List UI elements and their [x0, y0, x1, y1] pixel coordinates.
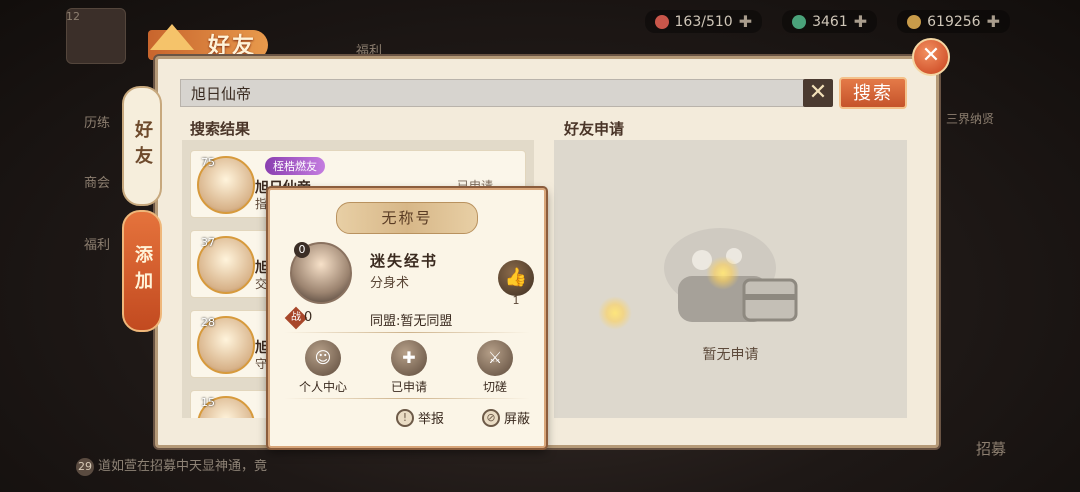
jade-value: 3461	[812, 13, 848, 30]
requests-title: 好友申请	[564, 120, 625, 138]
block-button[interactable]: ⊘ 屏蔽	[482, 408, 530, 427]
avatar[interactable]: 75	[197, 156, 255, 214]
divider	[284, 398, 530, 399]
add-jade-button[interactable]: ✚	[854, 12, 867, 31]
notice-number: 29	[76, 458, 94, 476]
avatar[interactable]: 37	[197, 236, 255, 294]
sword-icon: ⚔	[477, 340, 513, 376]
add-friend-icon: ✚	[391, 340, 427, 376]
empty-requests-text: 暂无申请	[702, 347, 759, 363]
player-sub: 守	[255, 357, 268, 371]
level-label: 0	[294, 242, 310, 258]
report-icon: !	[396, 408, 414, 427]
card-title: 无称号	[336, 202, 478, 234]
sparkle-icon	[706, 256, 740, 290]
action-label: 个人中心	[298, 380, 347, 394]
power-value: 0	[304, 310, 313, 325]
bg-item-shanghui[interactable]: 商会	[84, 172, 110, 191]
player-sub: 交	[255, 277, 268, 291]
divider	[284, 332, 530, 333]
power-icon-label: 战	[291, 312, 301, 323]
close-button[interactable]: ✕	[912, 38, 950, 76]
bg-item-zhaomu[interactable]: 招募	[976, 438, 1006, 459]
player-name: 旭	[255, 260, 269, 276]
mountain-icon	[150, 24, 194, 50]
title-badge: 桎梏燃友	[265, 157, 325, 175]
resource-coin: 619256 ✚	[897, 10, 1010, 33]
bg-item-fuli[interactable]: 福利	[84, 234, 110, 253]
tab-add[interactable]: 添加	[122, 210, 162, 332]
personal-center-button[interactable]: ☺ 个人中心	[288, 340, 358, 395]
alliance-text: 同盟:暂无同盟	[370, 314, 453, 329]
resource-bar: 163/510 ✚ 3461 ✚ 619256 ✚	[644, 10, 1010, 33]
report-label: 举报	[418, 412, 445, 427]
avatar[interactable]: 0	[290, 242, 352, 304]
profile-card: 无称号 0 迷失经书 分身术 👍 1 战 0 同盟:暂无同盟 ☺ 个人中心 ✚ …	[268, 188, 546, 448]
player-sub: 指	[255, 197, 268, 211]
spar-button[interactable]: ⚔ 切磋	[460, 340, 530, 395]
results-title: 搜索结果	[190, 120, 251, 138]
action-label: 已申请	[390, 380, 427, 394]
sparkle-icon	[598, 296, 632, 330]
friend-requests-area: 暂无申请	[554, 140, 907, 418]
level-label: 37	[201, 236, 215, 249]
bg-item-sanjie[interactable]: 三界纳贤	[946, 110, 994, 127]
clear-search-button[interactable]: ✕	[803, 79, 833, 107]
resource-jade: 3461 ✚	[782, 10, 878, 33]
tab-friends[interactable]: 好友	[122, 86, 162, 206]
level-label: 75	[201, 156, 215, 169]
action-label: 切磋	[482, 380, 507, 394]
search-button[interactable]: 搜索	[839, 77, 907, 109]
notice-text: 道如萱在招募中天显神通，竟	[98, 459, 268, 474]
bg-item-lilian[interactable]: 历练	[84, 112, 110, 131]
person-icon: ☺	[305, 340, 341, 376]
bg-level: 12	[66, 10, 80, 23]
stamina-value: 163/510	[674, 13, 733, 30]
stamina-icon	[654, 14, 669, 29]
bg-notice: 29 道如萱在招募中天显神通，竟	[76, 455, 267, 476]
applied-button[interactable]: ✚ 已申请	[374, 340, 444, 395]
level-label: 28	[201, 316, 215, 329]
player-name: 旭	[255, 340, 269, 356]
player-name: 迷失经书	[370, 252, 439, 270]
block-icon: ⊘	[482, 408, 500, 427]
coin-icon	[907, 14, 922, 29]
add-coin-button[interactable]: ✚	[987, 12, 1000, 31]
coin-value: 619256	[927, 13, 981, 30]
avatar[interactable]: 15	[197, 396, 255, 418]
avatar[interactable]: 28	[197, 316, 255, 374]
block-label: 屏蔽	[504, 412, 531, 427]
player-subtitle: 分身术	[370, 276, 410, 291]
like-button[interactable]: 👍	[498, 260, 534, 296]
like-count: 1	[512, 294, 520, 307]
thumbs-up-icon: 👍	[504, 267, 528, 288]
add-stamina-button[interactable]: ✚	[739, 12, 752, 31]
level-label: 15	[201, 396, 215, 409]
jade-icon	[792, 14, 807, 29]
report-button[interactable]: ! 举报	[396, 408, 444, 427]
resource-stamina: 163/510 ✚	[644, 10, 763, 33]
player-name: 旭	[255, 417, 269, 418]
search-input[interactable]: 旭日仙帝	[180, 79, 804, 107]
